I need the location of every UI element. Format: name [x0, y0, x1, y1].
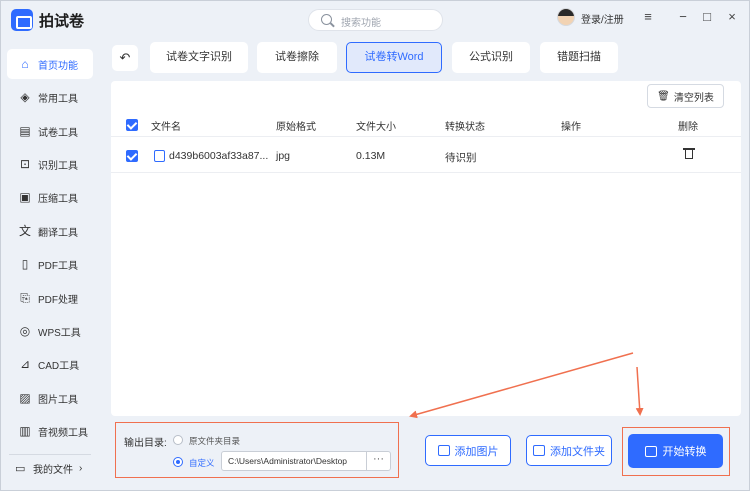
sidebar-item-label: 图片工具 [38, 394, 78, 406]
browse-button[interactable]: ··· [366, 451, 390, 471]
sidebar-item-label: 压缩工具 [38, 193, 78, 205]
sidebar-divider [9, 454, 91, 455]
sidebar-item-home[interactable]: ⌂ 首页功能 [7, 49, 93, 79]
cad-icon: ⊿ [19, 357, 31, 371]
tab-paper-to-word[interactable]: 试卷转Word [346, 42, 442, 73]
pdf-process-icon: ⎘ [20, 291, 30, 305]
sidebar-item-label: 常用工具 [38, 93, 78, 105]
row-divider [111, 172, 741, 173]
header-divider [111, 136, 741, 137]
layers-icon: ◈ [20, 90, 30, 104]
image-file-icon [154, 150, 165, 162]
clear-list-label: 清空列表 [673, 92, 714, 104]
sidebar-item-label: PDF工具 [38, 260, 78, 272]
output-path-value: C:\Users\Administrator\Desktop [228, 456, 348, 466]
search-placeholder: 搜索功能 [341, 18, 381, 29]
trash-icon: 🗑 [657, 90, 670, 102]
col-format: 原始格式 [276, 122, 316, 133]
sidebar-item-image-tools[interactable]: ▨ 图片工具 [7, 383, 93, 413]
row-checkbox[interactable] [126, 150, 138, 162]
row-status: 待识别 [445, 152, 477, 164]
sidebar-item-label: 翻译工具 [38, 227, 78, 239]
add-image-label: 添加图片 [454, 445, 499, 458]
sidebar-item-pdf-process[interactable]: ⎘ PDF处理 [7, 283, 93, 313]
sidebar-item-label: PDF处理 [38, 294, 78, 306]
sidebar-item-label: 音视频工具 [38, 427, 88, 439]
start-convert-button[interactable]: 开始转换 [628, 434, 723, 468]
sidebar-item-compress-tools[interactable]: ▣ 压缩工具 [7, 182, 93, 212]
chevron-right-icon: › [79, 463, 83, 474]
folder-icon [533, 445, 545, 456]
col-status: 转换状态 [445, 122, 485, 133]
sidebar-item-cad-tools[interactable]: ⊿ CAD工具 [7, 349, 93, 379]
login-link[interactable]: 登录/注册 [581, 11, 624, 26]
compress-icon: ▣ [19, 190, 31, 204]
radio-custom-folder-label: 自定义 [189, 458, 215, 468]
radio-original-folder-label: 原文件夹目录 [189, 436, 241, 446]
sidebar-item-wps-tools[interactable]: ◎ WPS工具 [7, 316, 93, 346]
col-delete: 删除 [678, 122, 698, 133]
sidebar-item-label: 首页功能 [38, 60, 78, 72]
sidebar-item-ocr-tools[interactable]: ⊡ 识别工具 [7, 149, 93, 179]
select-all-checkbox[interactable] [126, 119, 138, 131]
row-format: jpg [276, 150, 291, 162]
tab-wrong-question-scan[interactable]: 错题扫描 [540, 42, 618, 73]
tab-formula-ocr[interactable]: 公式识别 [452, 42, 530, 73]
search-icon [321, 14, 332, 25]
sidebar-item-translate-tools[interactable]: 文 翻译工具 [7, 216, 93, 246]
sidebar-item-paper-tools[interactable]: ▤ 试卷工具 [7, 116, 93, 146]
my-files-link[interactable]: ▭ 我的文件 › [15, 461, 82, 476]
col-filename: 文件名 [151, 122, 181, 133]
start-convert-label: 开始转换 [662, 446, 707, 458]
row-filename: d439b6003af33a87... [169, 150, 269, 162]
image-icon: ▨ [19, 391, 31, 405]
table-header: 文件名 原始格式 文件大小 转换状态 操作 删除 [111, 114, 741, 136]
pdf-icon: ▯ [21, 257, 29, 271]
sidebar-item-video-tools[interactable]: ▥ 音视频工具 [7, 416, 93, 446]
sidebar: ⌂ 首页功能 ◈ 常用工具 ▤ 试卷工具 ⊡ 识别工具 ▣ 压缩工具 文 翻译工… [1, 41, 99, 491]
close-button[interactable]: × [724, 9, 740, 25]
file-icon: ▭ [15, 463, 26, 475]
image-icon [437, 445, 450, 456]
sidebar-item-common-tools[interactable]: ◈ 常用工具 [7, 82, 93, 112]
delete-row-icon[interactable] [683, 148, 695, 159]
title-bar: 拍试卷 搜索功能 登录/注册 ≡ − □ × [1, 1, 749, 37]
my-files-label: 我的文件 [33, 465, 73, 476]
radio-custom-folder[interactable] [173, 457, 183, 467]
sidebar-item-label: CAD工具 [38, 360, 80, 372]
sidebar-item-label: WPS工具 [38, 327, 81, 339]
avatar[interactable] [557, 8, 575, 26]
back-button[interactable]: ↶ [112, 45, 138, 71]
video-icon: ▥ [19, 424, 31, 438]
app-window: 拍试卷 搜索功能 登录/注册 ≡ − □ × ⌂ 首页功能 ◈ 常用工具 ▤ 试… [0, 0, 750, 491]
home-icon: ⌂ [21, 57, 29, 71]
app-title: 拍试卷 [39, 13, 85, 30]
app-logo-icon [11, 9, 33, 31]
add-image-button[interactable]: 添加图片 [425, 435, 511, 466]
tab-paper-ocr[interactable]: 试卷文字识别 [150, 42, 248, 73]
col-size: 文件大小 [356, 122, 396, 133]
wps-icon: ◎ [19, 324, 31, 338]
sidebar-item-label: 试卷工具 [38, 127, 78, 139]
convert-icon [644, 445, 657, 457]
output-dir-label: 输出目录: [124, 438, 167, 449]
minimize-button[interactable]: − [675, 9, 691, 25]
output-path-field[interactable]: C:\Users\Administrator\Desktop ··· [221, 451, 391, 471]
radio-original-folder[interactable] [173, 435, 183, 445]
menu-icon[interactable]: ≡ [640, 9, 656, 25]
file-list-panel: 🗑 清空列表 文件名 原始格式 文件大小 转换状态 操作 删除 d439b600… [111, 81, 741, 416]
add-folder-label: 添加文件夹 [550, 445, 605, 458]
maximize-button[interactable]: □ [699, 9, 715, 25]
scan-icon: ⊡ [19, 157, 31, 171]
clear-list-button[interactable]: 🗑 清空列表 [647, 84, 724, 108]
col-action: 操作 [561, 122, 581, 133]
search-input[interactable]: 搜索功能 [308, 9, 443, 31]
sidebar-item-label: 识别工具 [38, 160, 78, 172]
add-folder-button[interactable]: 添加文件夹 [526, 435, 612, 466]
row-size: 0.13M [356, 150, 386, 162]
paper-icon: ▤ [19, 124, 31, 138]
sidebar-item-pdf-tools[interactable]: ▯ PDF工具 [7, 249, 93, 279]
translate-icon: 文 [18, 224, 31, 238]
tab-paper-erase[interactable]: 试卷擦除 [257, 42, 337, 73]
